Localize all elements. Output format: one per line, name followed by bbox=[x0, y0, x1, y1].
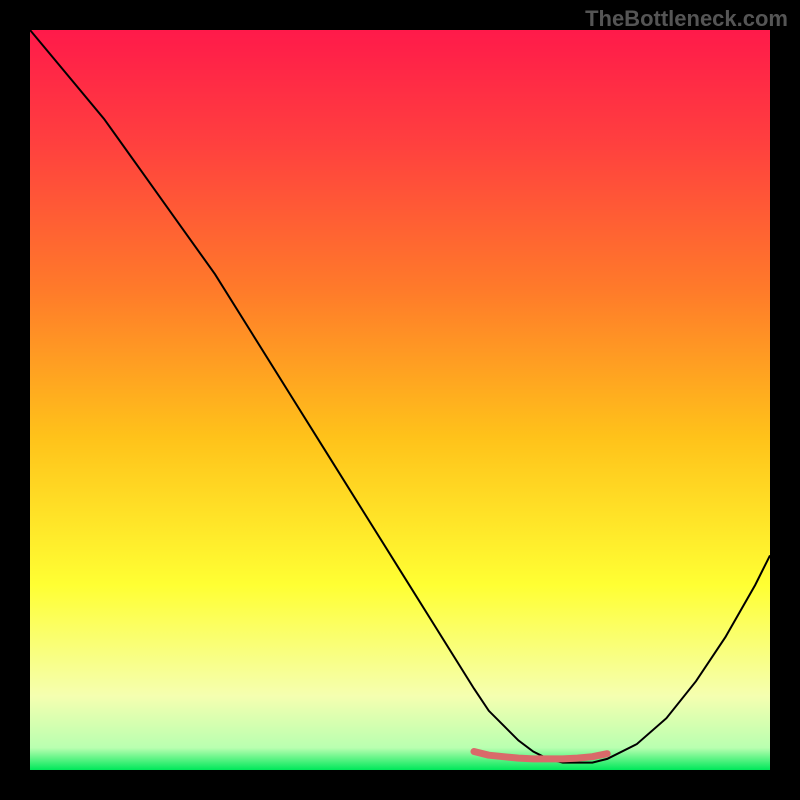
chart-svg bbox=[30, 30, 770, 770]
plot-area bbox=[30, 30, 770, 770]
chart-container: TheBottleneck.com bbox=[0, 0, 800, 800]
watermark-text: TheBottleneck.com bbox=[585, 6, 788, 32]
gradient-background bbox=[30, 30, 770, 770]
